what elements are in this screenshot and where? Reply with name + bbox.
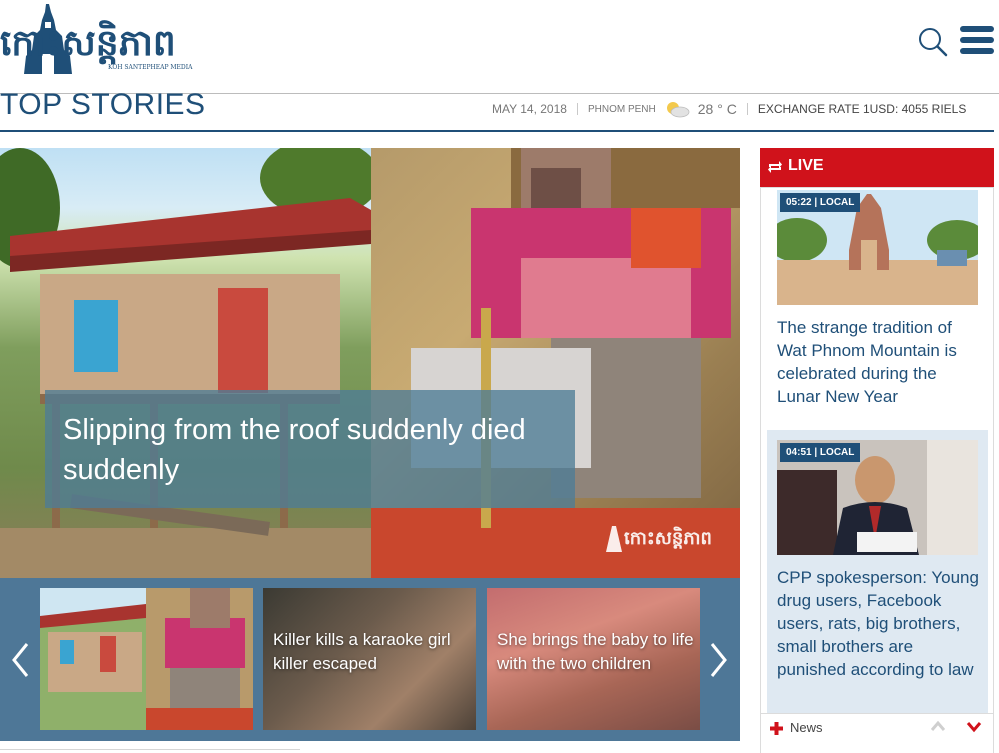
divider: [746, 103, 748, 115]
live-label[interactable]: LIVE: [788, 157, 824, 175]
partly-cloudy-icon: [666, 102, 690, 118]
chevron-down-icon[interactable]: [966, 720, 982, 734]
house-illustration: [0, 148, 371, 578]
date: MAY 14, 2018: [492, 102, 567, 116]
live-item-badge: 05:22 | LOCAL: [780, 193, 861, 212]
live-item-title[interactable]: The strange tradition of Wat Phnom Mount…: [777, 316, 977, 408]
hamburger-menu-icon[interactable]: [960, 26, 994, 54]
live-item-thumbnail: 04:51 | LOCAL: [777, 440, 978, 555]
chevron-up-icon[interactable]: [930, 720, 946, 732]
news-label[interactable]: News: [790, 720, 823, 735]
hero-story[interactable]: Slipping from the roof suddenly died sud…: [0, 148, 740, 578]
carousel-item-title[interactable]: Killer kills a karaoke girl killer escap…: [273, 628, 473, 676]
search-icon[interactable]: [918, 27, 948, 57]
carousel-item[interactable]: Killer kills a karaoke girl killer escap…: [263, 588, 476, 730]
info-bar: MAY 14, 2018 PHNOM PENH 28 ° C EXCHANGE …: [492, 101, 967, 118]
story-carousel: Killer kills a karaoke girl killer escap…: [0, 578, 740, 741]
logo-subtext: KOH SANTEPHEAP MEDIA: [108, 64, 193, 71]
exchange-rate: EXCHANGE RATE 1USD: 4055 RIELS: [757, 102, 967, 116]
hero-image-house: [0, 148, 371, 578]
red-cross-icon: [770, 722, 783, 735]
carousel-item[interactable]: [40, 588, 253, 730]
menu-bar: [960, 48, 994, 54]
divider: [576, 103, 578, 115]
logo-wordmark: កោះសន្តិភាព: [0, 23, 176, 64]
live-feed-item[interactable]: 05:22 | LOCAL The strange tradition of W…: [777, 190, 978, 420]
live-feed-item[interactable]: 04:51 | LOCAL CPP spokesperson: Young dr…: [767, 430, 988, 713]
menu-bar: [960, 26, 994, 32]
live-item-title[interactable]: CPP spokesperson: Young drug users, Face…: [777, 566, 982, 681]
hero-image-victim-blurred: [371, 148, 740, 578]
live-item-badge: 04:51 | LOCAL: [780, 443, 861, 462]
section-divider: [0, 130, 994, 132]
blurred-photo: [371, 148, 740, 578]
repeat-icon: [768, 161, 782, 173]
live-item-thumbnail: 05:22 | LOCAL: [777, 190, 978, 305]
site-logo[interactable]: កោះសន្តិភាព KOH SANTEPHEAP MEDIA: [0, 2, 192, 76]
chevron-right-icon[interactable]: [706, 640, 730, 680]
watermark-logo: កោះសន្តិភាព: [606, 526, 712, 552]
chevron-left-icon[interactable]: [9, 640, 33, 680]
temperature: 28 ° C: [697, 101, 737, 117]
carousel-item[interactable]: She brings the baby to life with the two…: [487, 588, 700, 730]
svg-text:កោះសន្តិភាព: កោះសន្តិភាព: [624, 526, 712, 549]
footer-divider: [0, 749, 300, 750]
menu-bar: [960, 37, 994, 43]
hero-caption[interactable]: Slipping from the roof suddenly died sud…: [45, 390, 575, 508]
carousel-thumbnail: [40, 588, 253, 730]
page: កោះសន្តិភាព KOH SANTEPHEAP MEDIA TOP STO…: [0, 0, 999, 753]
city: PHNOM PENH: [587, 103, 656, 115]
hero-headline[interactable]: Slipping from the roof suddenly died sud…: [63, 410, 557, 490]
section-title: TOP STORIES: [0, 88, 206, 121]
carousel-item-title[interactable]: She brings the baby to life with the two…: [497, 628, 697, 676]
